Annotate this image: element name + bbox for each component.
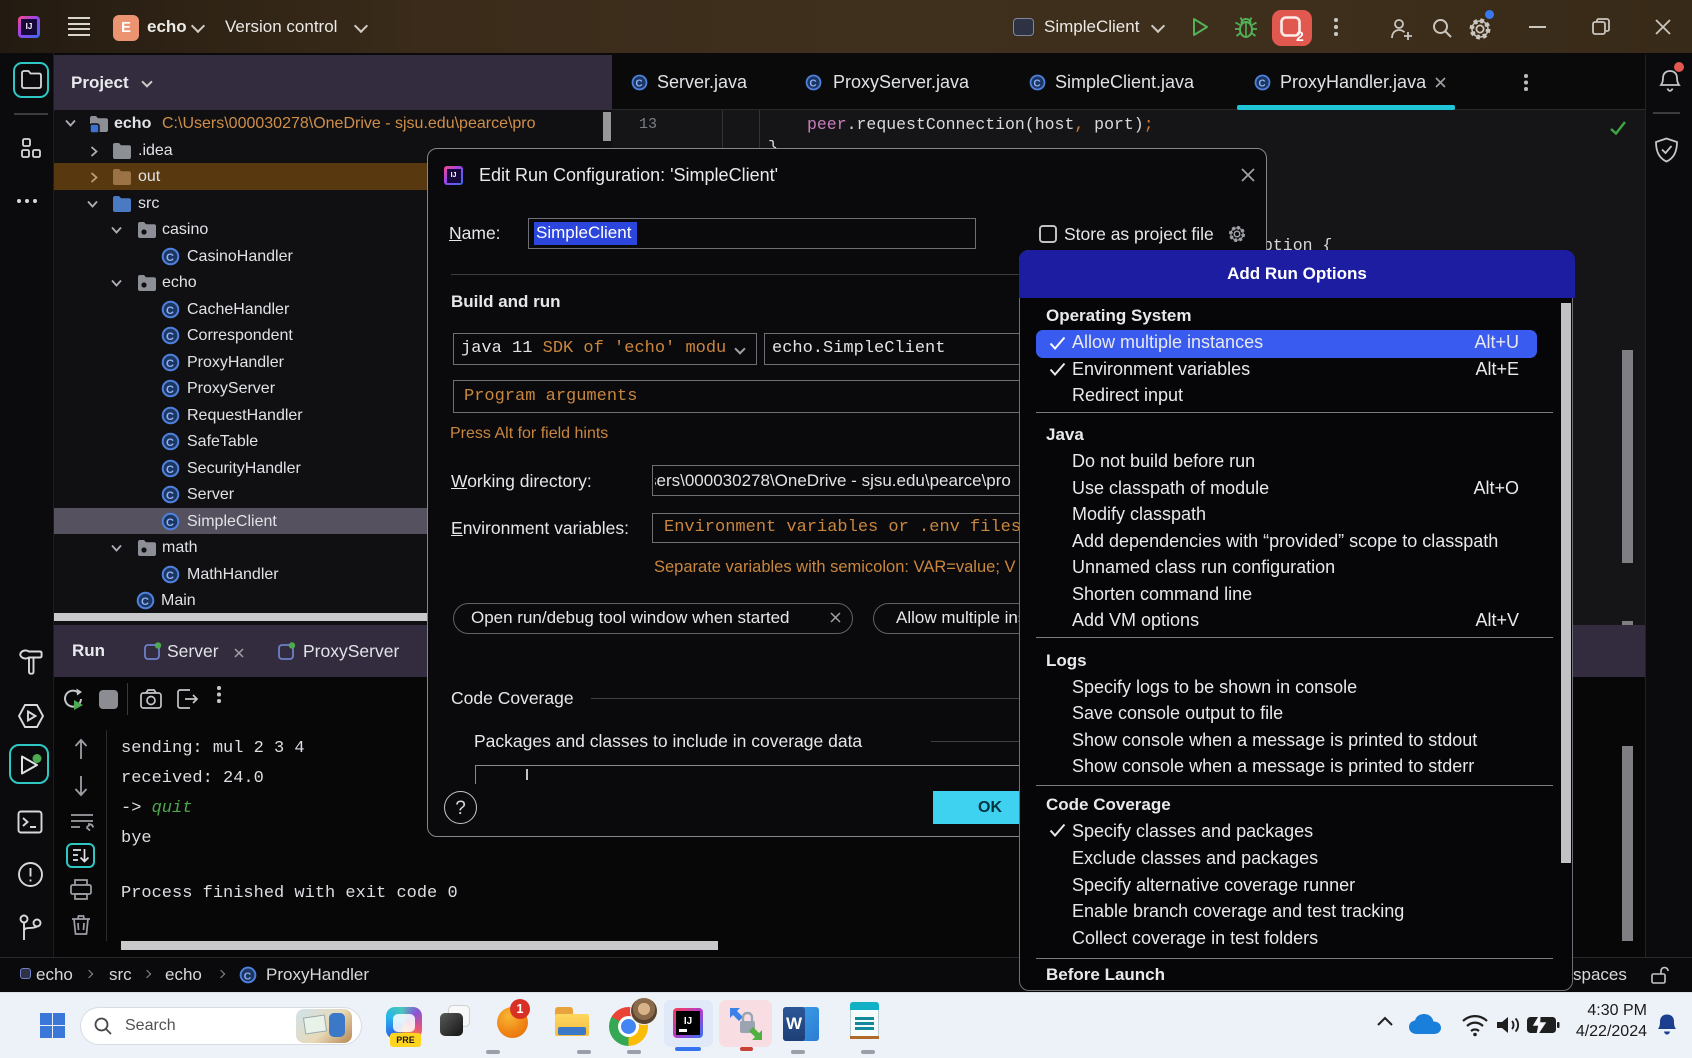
svg-text:C: C <box>809 79 816 90</box>
svg-text:C: C <box>166 464 174 476</box>
svg-text:C: C <box>166 384 174 396</box>
svg-text:C: C <box>166 331 174 343</box>
svg-text:C: C <box>141 596 149 608</box>
svg-text:C: C <box>166 490 174 502</box>
svg-text:2: 2 <box>1296 28 1304 43</box>
svg-text:C: C <box>1033 79 1040 90</box>
svg-text:C: C <box>244 971 252 982</box>
svg-text:C: C <box>166 570 174 582</box>
svg-text:C: C <box>166 517 174 529</box>
svg-text:C: C <box>635 79 642 90</box>
svg-text:C: C <box>166 252 174 264</box>
svg-text:C: C <box>166 305 174 317</box>
svg-text:C: C <box>166 411 174 423</box>
svg-text:C: C <box>1258 79 1265 90</box>
svg-text:C: C <box>166 437 174 449</box>
svg-text:C: C <box>166 358 174 370</box>
